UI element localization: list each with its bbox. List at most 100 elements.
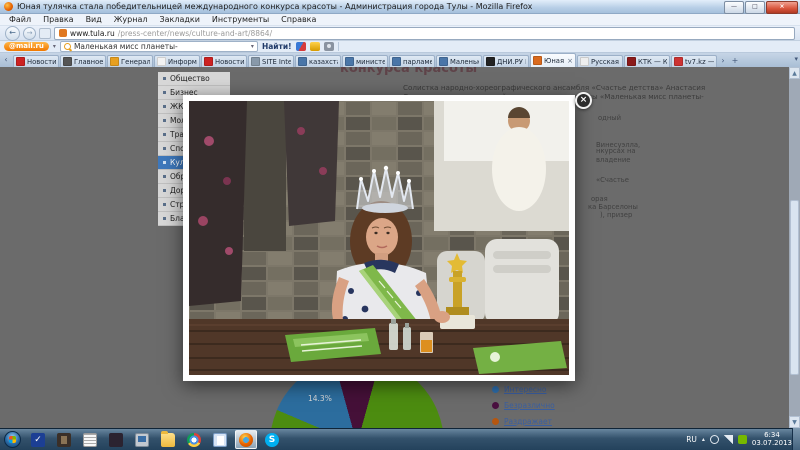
poll-option-link[interactable]: Безразлично	[504, 401, 555, 410]
tab-favicon-icon	[345, 57, 354, 66]
find-button[interactable]: Найти!	[262, 42, 292, 51]
window-title: Юная тулячка стала победительницей между…	[17, 2, 532, 11]
tab-favicon-icon	[157, 57, 166, 66]
mailru-dropdown-icon[interactable]: ▾	[53, 43, 56, 50]
poll-option-link[interactable]: Интересно	[504, 385, 547, 394]
start-button[interactable]	[4, 431, 21, 448]
browser-tab[interactable]: Русская ве...	[577, 55, 623, 67]
tab-favicon-icon	[392, 57, 401, 66]
url-bar[interactable]: www.tula.ru /press-center/news/culture-a…	[54, 27, 795, 40]
menu-item[interactable]: Правка	[38, 15, 78, 24]
lightbox-modal: Девочка в серебряной короне с зелёной ле…	[183, 95, 575, 381]
poll-option-link[interactable]: Раздражает	[504, 417, 552, 426]
tray-green-icon[interactable]	[738, 435, 747, 444]
network-icon[interactable]	[724, 435, 733, 444]
media-player-icon	[135, 433, 149, 447]
list-all-tabs-button[interactable]: ▾	[794, 55, 798, 63]
toolbar-search-input[interactable]: Маленькая мисс планеты- ▾	[60, 41, 258, 52]
forward-button[interactable]: →	[23, 27, 36, 40]
hidden-icons-arrow-icon[interactable]: ▴	[702, 436, 705, 443]
sidebar-item[interactable]: Общество	[158, 72, 230, 86]
bullet-icon	[163, 133, 166, 136]
new-tab-button[interactable]: +	[729, 56, 741, 65]
firefox-taskbar-button[interactable]	[235, 430, 257, 449]
title-bar[interactable]: Юная тулячка стала победительницей между…	[0, 0, 800, 14]
tab-close-icon[interactable]: ×	[567, 57, 573, 65]
tab-label: Новости Ак...	[215, 58, 244, 66]
article-text-fragment: орая	[591, 195, 608, 203]
page-headline-fragment: конкурса красоты	[340, 67, 477, 76]
tab-favicon-icon	[16, 57, 25, 66]
scroll-tabs-left-button[interactable]: ‹	[0, 54, 12, 67]
language-indicator[interactable]: RU	[686, 435, 697, 444]
bullet-icon	[163, 147, 166, 150]
menu-item[interactable]: Инструменты	[207, 15, 274, 24]
tab-favicon-icon	[674, 57, 683, 66]
scrollbar-thumb[interactable]	[790, 200, 799, 375]
dark-game-taskbar-button[interactable]	[105, 430, 127, 449]
browser-tab[interactable]: парламент ...	[389, 55, 435, 67]
browser-tab[interactable]: казахстан - ...	[295, 55, 341, 67]
tray-app-icon[interactable]	[710, 435, 719, 444]
menu-item[interactable]: Вид	[81, 15, 107, 24]
tab-favicon-icon	[580, 57, 589, 66]
spellcheck-icon[interactable]	[296, 42, 306, 51]
article-text-fragment: владение	[596, 156, 630, 164]
clock[interactable]: 6:34 03.07.2013	[752, 431, 792, 447]
minimize-button[interactable]: —	[724, 1, 744, 14]
explorer-icon	[161, 433, 175, 447]
legend-dot-icon	[492, 418, 499, 425]
tab-favicon-icon	[110, 57, 119, 66]
maximize-button[interactable]: □	[745, 1, 765, 14]
scroll-tabs-right-button[interactable]: ›	[717, 56, 729, 65]
history-dropdown-icon[interactable]	[39, 28, 51, 39]
lightbox-photo: Девочка в серебряной короне с зелёной ле…	[189, 101, 569, 375]
browser-tab[interactable]: министерс...	[342, 55, 388, 67]
browser-tab[interactable]: tv7.kz — Се...	[671, 55, 717, 67]
menu-item[interactable]: Справка	[276, 15, 321, 24]
menu-item[interactable]: Закладки	[154, 15, 204, 24]
notepad-taskbar-button[interactable]	[79, 430, 101, 449]
article-text-fragment: «Счастье	[596, 176, 629, 184]
chrome-icon	[187, 433, 201, 447]
browser-tab[interactable]: Новости дн...	[13, 55, 59, 67]
system-tray: RU ▴ 6:34 03.07.2013	[686, 428, 792, 450]
browser-tab[interactable]: Маленькая ...	[436, 55, 482, 67]
browser-tab[interactable]: Главное — ...	[60, 55, 106, 67]
checkmark-app-taskbar-button[interactable]: ✓	[27, 430, 49, 449]
world-of-tanks-taskbar-button[interactable]	[53, 430, 75, 449]
scroll-down-arrow-icon[interactable]: ▼	[789, 416, 800, 428]
skype-taskbar-button[interactable]: S	[261, 430, 283, 449]
menu-item[interactable]: Файл	[4, 15, 36, 24]
browser-tab[interactable]: Информац...	[154, 55, 200, 67]
chrome-taskbar-button[interactable]	[183, 430, 205, 449]
site-favicon	[59, 29, 67, 37]
close-button[interactable]: ×	[766, 1, 798, 14]
tab-label: Русская ве...	[591, 58, 620, 66]
bullet-icon	[163, 175, 166, 178]
search-value: Маленькая мисс планеты-	[74, 42, 248, 51]
back-button[interactable]: ←	[5, 26, 20, 41]
search-history-caret-icon[interactable]: ▾	[251, 43, 254, 50]
browser-tab[interactable]: ДНИ.РУ ИН...	[483, 55, 529, 67]
browser-tab[interactable]: КТК — Ком...	[624, 55, 670, 67]
pen-icon[interactable]	[310, 42, 320, 51]
document-viewer-taskbar-button[interactable]	[209, 430, 231, 449]
page-scrollbar[interactable]: ▲ ▼	[789, 67, 800, 428]
article-text-fragment: ка Барселоны	[588, 203, 638, 211]
media-player-taskbar-button[interactable]	[131, 430, 153, 449]
show-desktop-button[interactable]	[792, 428, 800, 450]
browser-tab[interactable]: SITE Intellig...	[248, 55, 294, 67]
bullet-icon	[163, 203, 166, 206]
modal-close-icon[interactable]: ×	[575, 92, 592, 109]
mailru-logo[interactable]: @mail.ru	[4, 42, 49, 51]
legend-row: Интересно	[492, 381, 555, 397]
scroll-up-arrow-icon[interactable]: ▲	[789, 67, 800, 79]
browser-tab[interactable]: Новости Ак...	[201, 55, 247, 67]
menu-item[interactable]: Журнал	[109, 15, 153, 24]
tab-favicon-icon	[298, 57, 307, 66]
browser-tab[interactable]: Юная ту...×	[530, 53, 576, 67]
explorer-taskbar-button[interactable]	[157, 430, 179, 449]
camera-icon[interactable]	[324, 42, 334, 51]
browser-tab[interactable]: Генеральна...	[107, 55, 153, 67]
